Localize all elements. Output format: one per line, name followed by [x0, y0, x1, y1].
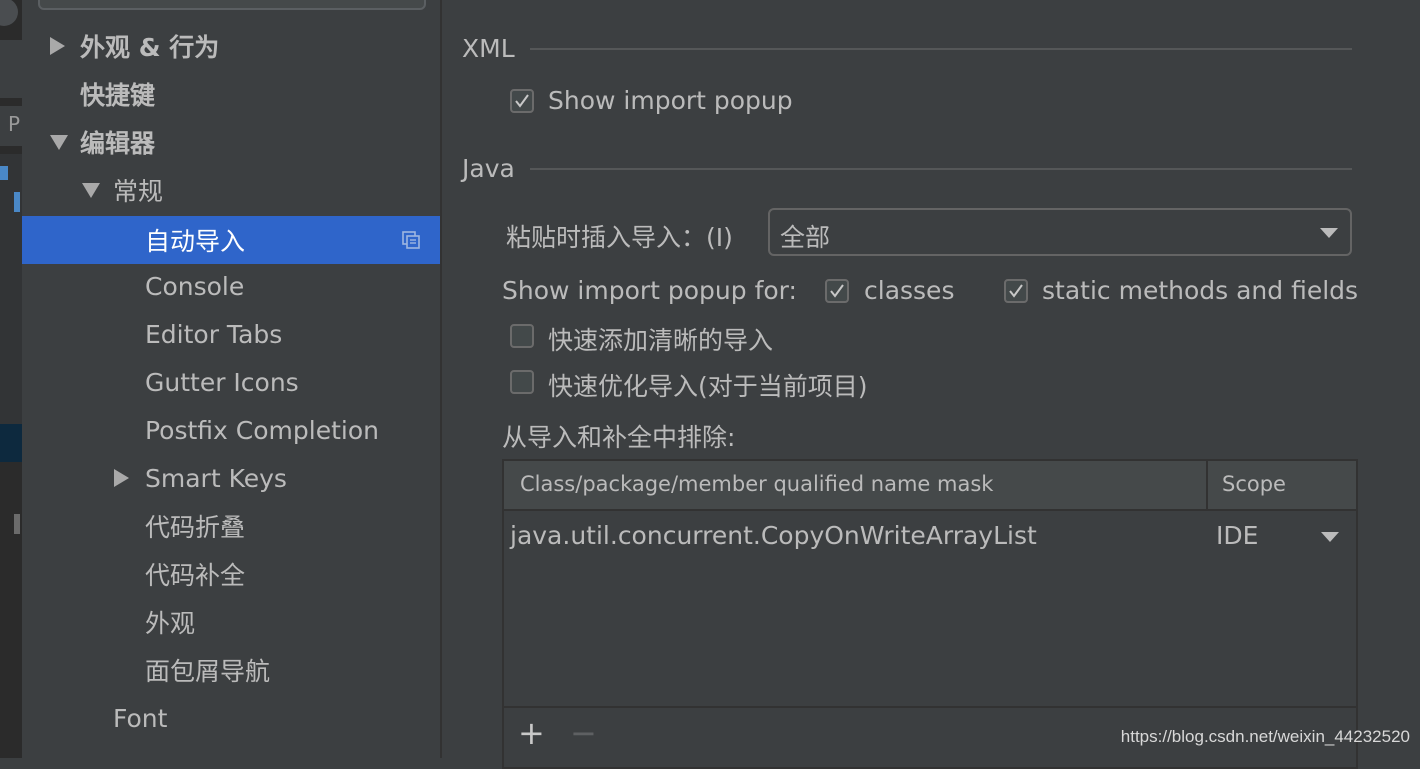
java-section-title: Java [462, 154, 515, 183]
sidebar-item-label: Console [145, 271, 245, 301]
exclude-from-import-label: 从导入和补全中排除: [502, 423, 736, 452]
sidebar-item-editor-tabs[interactable]: Editor Tabs [22, 310, 440, 358]
sidebar-item-label: Gutter Icons [145, 367, 299, 397]
exclude-table: Class/package/member qualified name mask… [502, 459, 1358, 769]
sidebar-item-code-completion[interactable]: 代码补全 [22, 550, 440, 598]
chevron-down-icon [1320, 228, 1338, 238]
sidebar-item-appearance-behavior[interactable]: 外观 & 行为 [22, 22, 440, 70]
checkmark-icon [1009, 284, 1023, 298]
sidebar-item-gutter-icons[interactable]: Gutter Icons [22, 358, 440, 406]
xml-section-title: XML [462, 34, 515, 63]
sidebar-item-label: 常规 [113, 177, 164, 206]
classes-label[interactable]: classes [864, 276, 954, 305]
expand-arrow-icon[interactable] [50, 37, 65, 55]
sidebar-item-font[interactable]: Font [22, 694, 440, 742]
static-methods-checkbox[interactable] [1004, 279, 1028, 303]
sidebar-item-label: 代码折叠 [145, 513, 246, 542]
optimize-imports-label[interactable]: 快速优化导入(对于当前项目) [548, 367, 868, 403]
expand-arrow-icon[interactable] [114, 469, 129, 487]
sidebar-item-label: 代码补全 [145, 561, 246, 590]
classes-checkbox[interactable] [825, 279, 849, 303]
paste-insert-imports-dropdown[interactable]: 全部 [768, 208, 1352, 256]
show-popup-for-label: Show import popup for: [502, 276, 797, 305]
sidebar-item-label: 面包屑导航 [145, 657, 271, 686]
static-methods-label[interactable]: static methods and fields [1042, 276, 1358, 305]
window-control-icon [0, 0, 18, 26]
background-window-strip: P [0, 0, 22, 758]
add-icon[interactable]: + [518, 717, 545, 749]
sidebar-item-label: Smart Keys [145, 463, 287, 493]
sidebar-item-label: 编辑器 [80, 129, 156, 158]
sidebar-item-general[interactable]: 常规 [22, 166, 440, 214]
xml-show-import-popup-label[interactable]: Show import popup [548, 86, 793, 115]
sidebar-item-label: Editor Tabs [145, 319, 283, 349]
column-header-scope[interactable]: Scope [1222, 472, 1286, 496]
column-header-mask[interactable]: Class/package/member qualified name mask [520, 472, 993, 496]
settings-sidebar: 外观 & 行为 快捷键 编辑器 常规 自动导入 Console Editor T… [22, 0, 440, 758]
checkmark-icon [515, 94, 529, 108]
sidebar-item-keymap[interactable]: 快捷键 [22, 70, 440, 118]
collapse-arrow-icon[interactable] [50, 135, 68, 150]
sidebar-item-label: 外观 & 行为 [80, 33, 220, 62]
optimize-imports-checkbox[interactable] [510, 370, 534, 394]
xml-show-import-popup-checkbox[interactable] [510, 89, 534, 113]
paste-insert-imports-label: 粘贴时插入导入：(I) [506, 223, 733, 252]
table-header: Class/package/member qualified name mask… [504, 461, 1356, 511]
table-cell-scope[interactable]: IDE [1216, 521, 1258, 550]
watermark: https://blog.csdn.net/weixin_44232520 [1120, 727, 1410, 746]
sidebar-item-auto-import[interactable]: 自动导入 [22, 216, 440, 264]
sidebar-item-breadcrumbs[interactable]: 面包屑导航 [22, 646, 440, 694]
project-settings-icon [402, 231, 420, 249]
sidebar-item-label: Postfix Completion [145, 415, 379, 445]
settings-search-input[interactable] [38, 0, 426, 10]
sidebar-item-appearance[interactable]: 外观 [22, 598, 440, 646]
remove-icon[interactable]: − [570, 717, 597, 749]
auto-import-panel: XML Show import popup Java 粘贴时插入导入：(I) 全… [442, 0, 1420, 769]
sidebar-item-smart-keys[interactable]: Smart Keys [22, 454, 440, 502]
sidebar-item-postfix-completion[interactable]: Postfix Completion [22, 406, 440, 454]
checkmark-icon [830, 284, 844, 298]
sidebar-item-code-folding[interactable]: 代码折叠 [22, 502, 440, 550]
collapse-arrow-icon[interactable] [82, 183, 100, 198]
sidebar-item-label: 自动导入 [145, 227, 246, 256]
sidebar-item-console[interactable]: Console [22, 262, 440, 310]
paste-insert-imports-value: 全部 [780, 223, 831, 252]
add-unambiguous-imports-checkbox[interactable] [510, 324, 534, 348]
add-unambiguous-imports-label[interactable]: 快速添加清晰的导入 [548, 321, 773, 357]
xml-section-divider [530, 48, 1352, 50]
table-toolbar-divider [504, 706, 1356, 708]
scope-dropdown-icon[interactable] [1321, 532, 1339, 542]
table-cell-mask[interactable]: java.util.concurrent.CopyOnWriteArrayLis… [510, 521, 1037, 550]
sidebar-item-label: 快捷键 [80, 81, 156, 110]
sidebar-item-editor[interactable]: 编辑器 [22, 118, 440, 166]
sidebar-item-label: Font [113, 703, 168, 733]
sidebar-item-label: 外观 [145, 609, 196, 638]
java-section-divider [530, 168, 1352, 170]
column-divider [1206, 461, 1208, 509]
